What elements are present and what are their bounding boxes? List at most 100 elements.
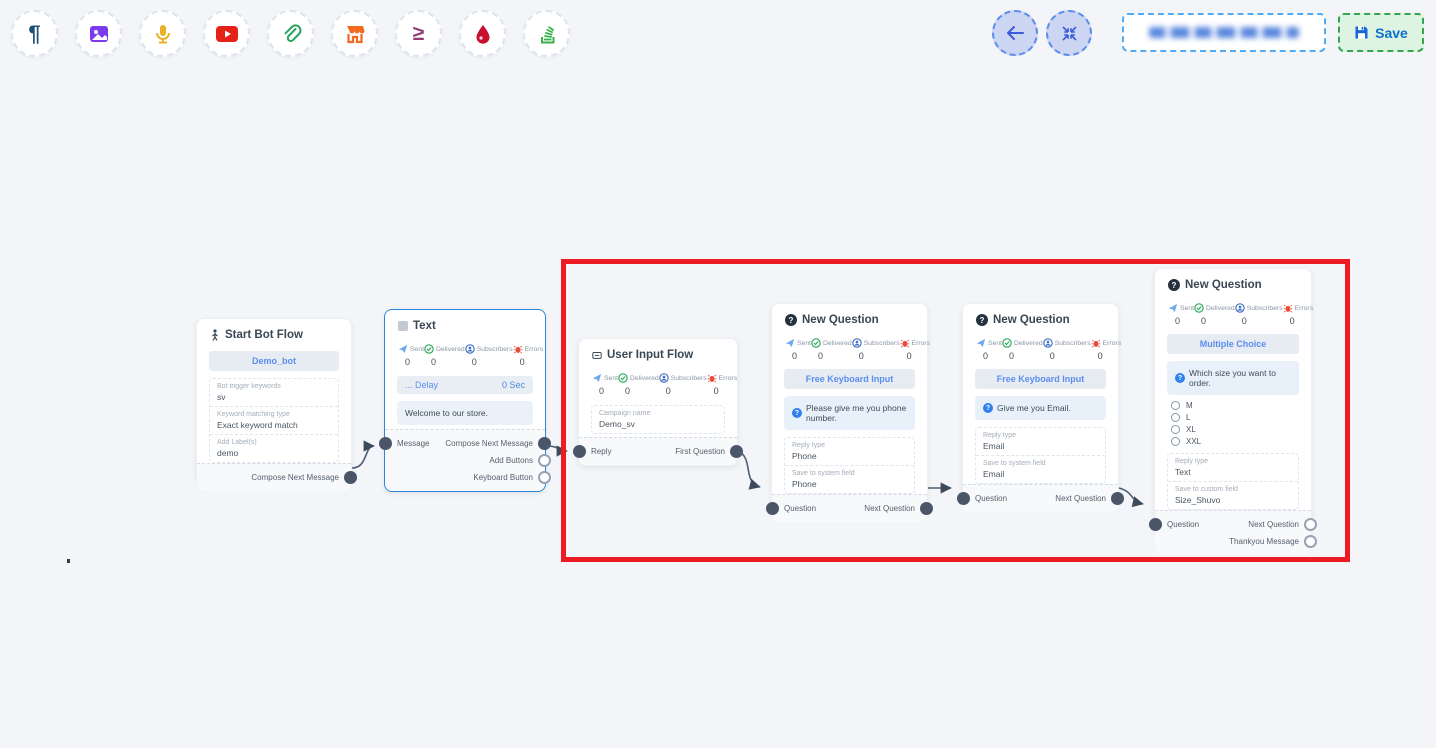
sent-icon	[976, 338, 986, 348]
add-labels-field[interactable]: Add Label(s) demo	[210, 434, 338, 462]
toolbar-audio-button[interactable]	[139, 10, 186, 57]
next-question-port[interactable]: Next Question	[1055, 492, 1106, 505]
errors-icon	[900, 338, 910, 348]
field-label: Campaign name	[599, 410, 717, 417]
stat-label: Subscribers	[1055, 340, 1091, 347]
save-to-field[interactable]: Save to custom field Size_Shuvo	[1168, 481, 1298, 509]
output-connector-dot[interactable]	[920, 502, 933, 515]
field-label: Add Label(s)	[217, 439, 331, 446]
toolbar-stack-button[interactable]	[523, 10, 570, 57]
input-connector-dot[interactable]	[766, 502, 779, 515]
question-input-port[interactable]: Question	[975, 492, 1007, 505]
field-value: Demo_sv	[599, 419, 717, 429]
stat-value: 0	[1194, 316, 1235, 326]
question-text: Please give me you phone number.	[806, 403, 907, 423]
flow-name-input[interactable]	[1122, 13, 1326, 52]
compose-next-message-port[interactable]: Compose Next Message	[445, 437, 533, 450]
option-xxl[interactable]: XXL	[1171, 437, 1299, 446]
output-connector-dot[interactable]	[1304, 518, 1317, 531]
errors-icon	[1283, 303, 1293, 313]
node-text[interactable]: Text Sent0 Delivered0 Subscribers0 Error…	[384, 309, 546, 492]
port-label: Compose Next Message	[445, 439, 533, 448]
toolbar-file-button[interactable]	[267, 10, 314, 57]
node-new-question-2[interactable]: ? New Question Sent0 Delivered0 Subscrib…	[962, 303, 1119, 502]
keyboard-button-port[interactable]: Keyboard Button	[473, 471, 533, 484]
port-label: Question	[975, 494, 1007, 503]
reply-type-field[interactable]: Reply type Email	[976, 428, 1105, 455]
output-connector-dot[interactable]	[1304, 535, 1317, 548]
question-type-button[interactable]: Free Keyboard Input	[784, 369, 915, 389]
bot-name-button[interactable]: Demo_bot	[209, 351, 339, 371]
reply-type-field[interactable]: Reply type Phone	[785, 438, 914, 465]
subscribers-icon	[852, 338, 862, 348]
question-preview[interactable]: ? Which size you want to order.	[1167, 361, 1299, 395]
compose-next-message-port[interactable]: Compose Next Message	[251, 471, 339, 484]
save-to-field[interactable]: Save to system field Phone	[785, 465, 914, 493]
radio-icon	[1171, 401, 1180, 410]
node-start-bot-flow[interactable]: Start Bot Flow Demo_bot Bot trigger keyw…	[196, 318, 352, 482]
toolbar-video-button[interactable]	[203, 10, 250, 57]
delay-setting[interactable]: ... Delay 0 Sec	[397, 376, 533, 394]
question-input-port[interactable]: Question	[784, 502, 816, 515]
question-type-button[interactable]: Free Keyboard Input	[975, 369, 1106, 389]
question-bubble-icon: ?	[1175, 373, 1185, 383]
input-connector-dot[interactable]	[573, 445, 586, 458]
question-preview[interactable]: ? Please give me you phone number.	[784, 396, 915, 430]
message-input-port[interactable]: Message	[397, 437, 429, 450]
first-question-port[interactable]: First Question	[675, 445, 725, 458]
save-to-field[interactable]: Save to system field Email	[976, 455, 1105, 483]
trigger-keywords-field[interactable]: Bot trigger keywords sv	[210, 379, 338, 406]
delivered-icon	[811, 338, 821, 348]
subscribers-icon	[465, 344, 475, 354]
reply-type-field[interactable]: Reply type Text	[1168, 454, 1298, 481]
node-user-input-flow[interactable]: User Input Flow Sent0 Delivered0 Subscri…	[578, 338, 738, 466]
stat-value: 0	[513, 357, 544, 367]
question-preview[interactable]: ? Give me you Email.	[975, 396, 1106, 420]
port-label: Question	[1167, 520, 1199, 529]
toolbar-image-button[interactable]	[75, 10, 122, 57]
option-xl[interactable]: XL	[1171, 425, 1299, 434]
output-connector-dot[interactable]	[344, 471, 357, 484]
delivered-icon	[618, 373, 628, 383]
output-connector-dot[interactable]	[538, 471, 551, 484]
arrow-left-icon	[1006, 26, 1024, 40]
toolbar-ecommerce-button[interactable]	[331, 10, 378, 57]
add-buttons-port[interactable]: Add Buttons	[489, 454, 533, 467]
reply-input-port[interactable]: Reply	[591, 445, 611, 458]
next-question-port[interactable]: Next Question	[1248, 518, 1299, 531]
stat-label: Delivered	[1014, 340, 1043, 347]
option-l[interactable]: L	[1171, 413, 1299, 422]
toolbar-condition-button[interactable]: ≥	[395, 10, 442, 57]
output-connector-dot[interactable]	[538, 454, 551, 467]
toolbar-drip-button[interactable]	[459, 10, 506, 57]
toolbar-text-button[interactable]: ¶	[11, 10, 58, 57]
next-question-port[interactable]: Next Question	[864, 502, 915, 515]
input-connector-dot[interactable]	[957, 492, 970, 505]
node-new-question-1[interactable]: ? New Question Sent0 Delivered0 Subscrib…	[771, 303, 928, 502]
question-type-button[interactable]: Multiple Choice	[1167, 334, 1299, 354]
back-button[interactable]	[992, 10, 1038, 56]
field-label: Keyword matching type	[217, 411, 331, 418]
output-connector-dot[interactable]	[1111, 492, 1124, 505]
campaign-name-field[interactable]: Campaign name Demo_sv	[592, 406, 724, 433]
input-connector-dot[interactable]	[379, 437, 392, 450]
port-label: Add Buttons	[489, 456, 533, 465]
option-m[interactable]: M	[1171, 401, 1299, 410]
stat-value: 0	[618, 386, 659, 396]
stat-value: 0	[1091, 351, 1122, 361]
save-button[interactable]: Save	[1338, 13, 1424, 52]
output-connector-dot[interactable]	[730, 445, 743, 458]
stat-label: Delivered	[823, 340, 852, 347]
node-header: ? New Question	[963, 304, 1118, 330]
output-connector-dot[interactable]	[538, 437, 551, 450]
port-label: Next Question	[1055, 494, 1106, 503]
message-preview[interactable]: Welcome to our store.	[397, 401, 533, 425]
input-connector-dot[interactable]	[1149, 518, 1162, 531]
thankyou-message-port[interactable]: Thankyou Message	[1229, 535, 1299, 548]
fit-screen-button[interactable]	[1046, 10, 1092, 56]
save-icon	[1354, 25, 1369, 40]
field-label: Save to system field	[983, 460, 1098, 467]
question-input-port[interactable]: Question	[1167, 518, 1199, 531]
node-new-question-3[interactable]: ? New Question Sent0 Delivered0 Subscrib…	[1154, 268, 1312, 534]
keyword-matching-field[interactable]: Keyword matching type Exact keyword matc…	[210, 406, 338, 434]
